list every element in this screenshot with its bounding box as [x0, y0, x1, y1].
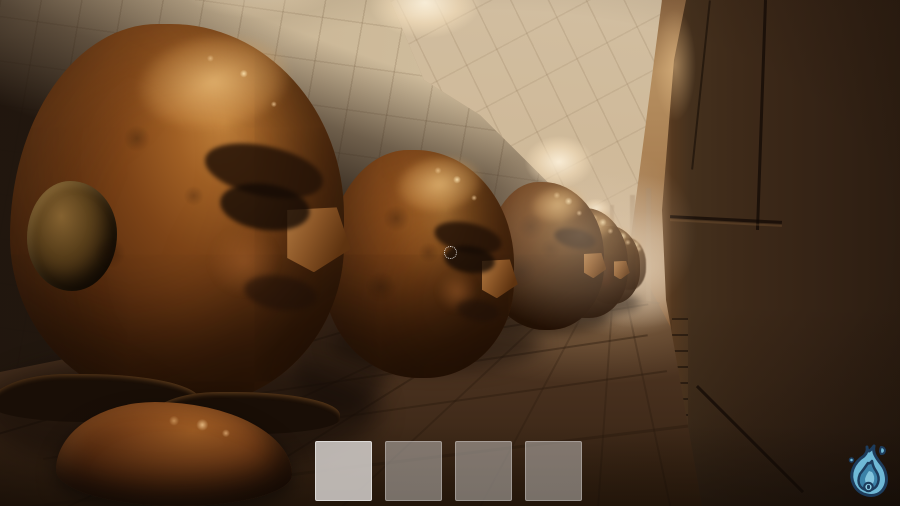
statue-head-1	[10, 24, 351, 406]
far-doorway-pillar	[646, 188, 651, 303]
statue-cheek-highlight	[197, 215, 291, 307]
statue-nose	[583, 253, 607, 279]
statue-nose	[481, 259, 518, 299]
crosshair-ring	[444, 246, 457, 259]
wall-crack	[696, 385, 805, 493]
statue-brow	[431, 216, 505, 260]
hotbar-slot-3[interactable]	[455, 441, 512, 501]
statue-eye-shadow	[217, 178, 314, 237]
blue-flame-icon[interactable]	[843, 442, 895, 500]
hotbar-slot-4[interactable]	[525, 441, 582, 501]
hotbar-slot-2[interactable]	[385, 441, 442, 501]
statue-ear	[26, 180, 117, 292]
wall-crack	[755, 0, 767, 230]
statue-nose	[287, 207, 351, 273]
statue-nose	[613, 260, 630, 280]
wall-crack	[691, 0, 711, 170]
near-right-wall	[662, 0, 900, 506]
statue-brow	[199, 134, 328, 208]
statue-mouth-shadow	[455, 297, 501, 324]
statue-head-2	[324, 150, 518, 378]
hotbar	[315, 441, 582, 501]
game-viewport[interactable]	[0, 0, 900, 506]
hotbar-slot-1[interactable]	[315, 441, 372, 501]
statue-brow	[552, 225, 599, 253]
statue-mouth-shadow	[241, 271, 320, 316]
statue-cheek-highlight	[430, 264, 484, 319]
